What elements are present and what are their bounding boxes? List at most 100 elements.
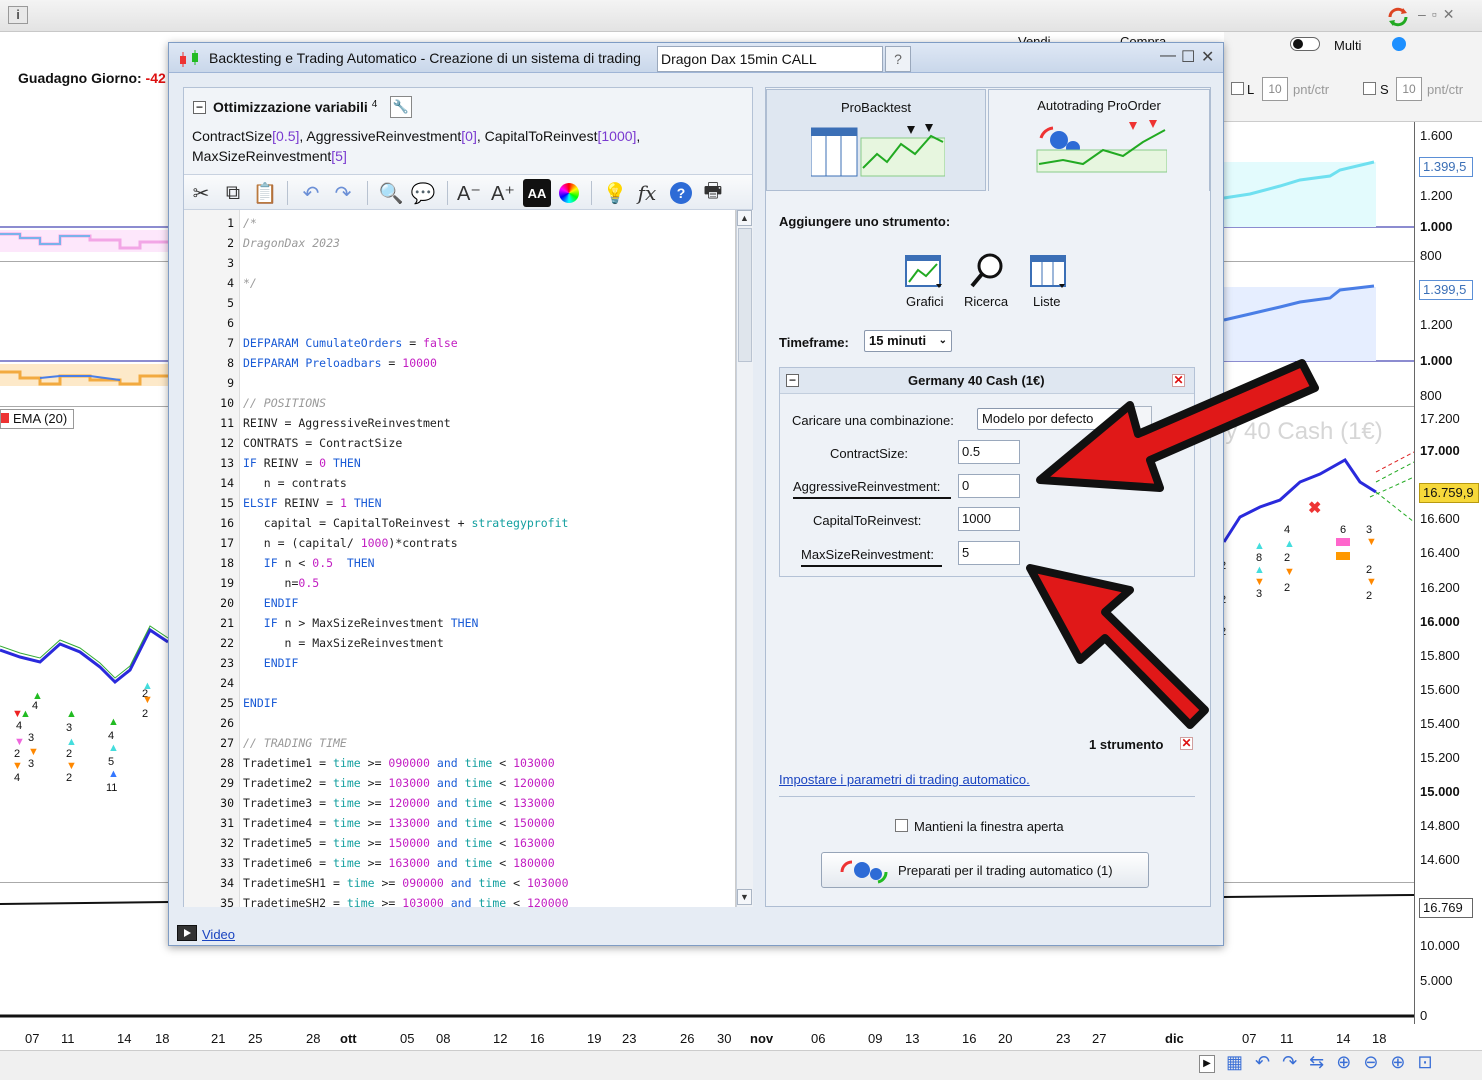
code-line[interactable]: 1 /* (184, 213, 735, 233)
function-icon[interactable]: fx (633, 179, 661, 207)
help-circle-icon[interactable]: ? (667, 179, 695, 207)
variable[interactable]: CapitalToReinvest[1000], (485, 128, 641, 144)
code-line[interactable]: 9 (184, 373, 735, 393)
close-icon[interactable]: ✕ (1201, 47, 1214, 67)
maximize-icon[interactable]: ☐ (1181, 47, 1195, 67)
scroll-up-icon[interactable]: ▲ (737, 210, 752, 226)
code-line[interactable]: 29 Tradetime2 = time >= 103000 and time <… (184, 773, 735, 793)
color-wheel-icon[interactable] (555, 179, 583, 207)
code-line[interactable]: 21 IF n > MaxSizeReinvestment THEN (184, 613, 735, 633)
code-text: Tradetime6 = time >= 163000 and time < 1… (243, 856, 555, 870)
timeframe-select[interactable]: 15 minuti ⌄ (864, 330, 952, 352)
code-line[interactable]: 26 (184, 713, 735, 733)
code-line[interactable]: 15 ELSIF REINV = 1 THEN (184, 493, 735, 513)
code-line[interactable]: 11 REINV = AggressiveReinvestment (184, 413, 735, 433)
short-qty-input[interactable]: 10 (1396, 77, 1422, 101)
font-increase-icon[interactable]: A⁺ (489, 179, 517, 207)
scroll-right-button[interactable]: ▶ (1199, 1055, 1215, 1073)
axis-tick: 15.800 (1420, 648, 1460, 663)
collapse-optvar-icon[interactable]: − (193, 101, 206, 114)
chart-tools-icons[interactable]: ▦↶↷⇆⊕⊖⊕⊡ (1226, 1052, 1445, 1073)
help-bubble-icon[interactable] (1392, 37, 1406, 51)
tab-autotrading[interactable]: Autotrading ProOrder (988, 89, 1210, 191)
code-line[interactable]: 7 DEFPARAM CumulateOrders = false (184, 333, 735, 353)
tab-probacktest[interactable]: ProBacktest (766, 89, 986, 191)
code-line[interactable]: 23 ENDIF (184, 653, 735, 673)
info-icon[interactable]: i (8, 6, 28, 24)
code-line[interactable]: 30 Tradetime3 = time >= 120000 and time <… (184, 793, 735, 813)
font-decrease-icon[interactable]: A⁻ (455, 179, 483, 207)
prepare-autotrading-button[interactable]: Preparati per il trading automatico (1) (821, 852, 1149, 888)
code-line[interactable]: 18 IF n < 0.5 THEN (184, 553, 735, 573)
video-link[interactable]: Video (202, 927, 235, 942)
copy-icon[interactable]: ⧉ (219, 179, 247, 207)
short-checkbox[interactable] (1363, 82, 1376, 95)
maxsizereinvestment-field[interactable]: 5 (958, 541, 1020, 565)
liste-icon[interactable] (1029, 254, 1067, 290)
capitaltoreinvest-field[interactable]: 1000 (958, 507, 1020, 531)
aggressivereinvestment-field[interactable]: 0 (958, 474, 1020, 498)
code-line[interactable]: 6 (184, 313, 735, 333)
code-line[interactable]: 12 CONTRATS = ContractSize (184, 433, 735, 453)
ricerca-icon[interactable] (968, 252, 1008, 290)
code-line[interactable]: 5 (184, 293, 735, 313)
sync-icon[interactable] (1386, 6, 1410, 28)
print-icon[interactable]: 🖶 (699, 179, 727, 207)
multi-toggle[interactable] (1290, 37, 1320, 51)
code-line[interactable]: 14 n = contrats (184, 473, 735, 493)
paste-icon[interactable]: 📋 (251, 179, 279, 207)
help-icon[interactable]: ? (885, 46, 911, 72)
code-line[interactable]: 28 Tradetime1 = time >= 090000 and time <… (184, 753, 735, 773)
code-line[interactable]: 27 // TRADING TIME (184, 733, 735, 753)
lightbulb-icon[interactable]: 💡 (601, 179, 629, 207)
code-line[interactable]: 3 (184, 253, 735, 273)
cut-icon[interactable]: ✂ (187, 179, 215, 207)
code-editor[interactable]: 1/* 2 DragonDax 2023 3 4 */5 6 7 DEFPARAM Cumula… (184, 210, 736, 907)
grafici-icon[interactable] (904, 254, 944, 290)
window-controls-bg[interactable]: –▫✕ (1418, 6, 1460, 23)
code-line[interactable]: 32 Tradetime5 = time >= 150000 and time <… (184, 833, 735, 853)
scroll-thumb[interactable] (738, 228, 752, 362)
long-checkbox[interactable] (1231, 82, 1244, 95)
code-line[interactable]: 19 n=0.5 (184, 573, 735, 593)
code-line[interactable]: 35 TradetimeSH2 = time >= 103000 and time… (184, 893, 735, 907)
liste-label[interactable]: Liste (1033, 294, 1060, 309)
code-line[interactable]: 16 capital = CapitalToReinvest + strateg… (184, 513, 735, 533)
long-qty-input[interactable]: 10 (1262, 77, 1288, 101)
minimize-icon[interactable]: — (1160, 47, 1176, 65)
variable[interactable]: MaxSizeReinvestment[5] (192, 148, 347, 164)
editor-scrollbar[interactable]: ▲ ▼ (736, 210, 753, 907)
code-line[interactable]: 8 DEFPARAM Preloadbars = 10000 (184, 353, 735, 373)
code-line[interactable]: 2 DragonDax 2023 (184, 233, 735, 253)
code-line[interactable]: 13 IF REINV = 0 THEN (184, 453, 735, 473)
code-text: n = (capital/ 1000)*contrats (243, 536, 458, 550)
settings-link[interactable]: Impostare i parametri di trading automat… (779, 772, 1030, 787)
wrench-icon[interactable]: 🔧 (390, 96, 412, 118)
code-line[interactable]: 34 TradetimeSH1 = time >= 090000 and time… (184, 873, 735, 893)
system-name-input[interactable]: Dragon Dax 15min CALL (657, 46, 883, 72)
ricerca-label[interactable]: Ricerca (964, 294, 1008, 309)
comment-icon[interactable]: 💬 (409, 179, 437, 207)
code-line[interactable]: 31 Tradetime4 = time >= 133000 and time <… (184, 813, 735, 833)
grafici-label[interactable]: Grafici (906, 294, 944, 309)
undo-icon[interactable]: ↶ (297, 179, 325, 207)
variable[interactable]: ContractSize[0.5], (192, 128, 306, 144)
code-line[interactable]: 10 // POSITIONS (184, 393, 735, 413)
variable[interactable]: AggressiveReinvestment[0], (306, 128, 484, 144)
scroll-down-icon[interactable]: ▼ (737, 889, 752, 905)
code-line[interactable]: 25 ENDIF (184, 693, 735, 713)
code-line[interactable]: 17 n = (capital/ 1000)*contrats (184, 533, 735, 553)
code-line[interactable]: 33 Tradetime6 = time >= 163000 and time <… (184, 853, 735, 873)
keep-open-checkbox[interactable] (895, 819, 908, 832)
code-line[interactable]: 4 */ (184, 273, 735, 293)
code-line[interactable]: 24 (184, 673, 735, 693)
syntax-highlight-icon[interactable]: AA (523, 179, 551, 207)
ema-label[interactable]: EMA (20) (0, 409, 75, 429)
redo-icon[interactable]: ↷ (329, 179, 357, 207)
search-icon[interactable]: 🔍 (377, 179, 405, 207)
code-line[interactable]: 20 ENDIF (184, 593, 735, 613)
contractsize-field[interactable]: 0.5 (958, 440, 1020, 464)
code-line[interactable]: 22 n = MaxSizeReinvestment (184, 633, 735, 653)
collapse-instrument-icon[interactable]: − (786, 374, 799, 387)
video-icon[interactable] (177, 925, 197, 941)
